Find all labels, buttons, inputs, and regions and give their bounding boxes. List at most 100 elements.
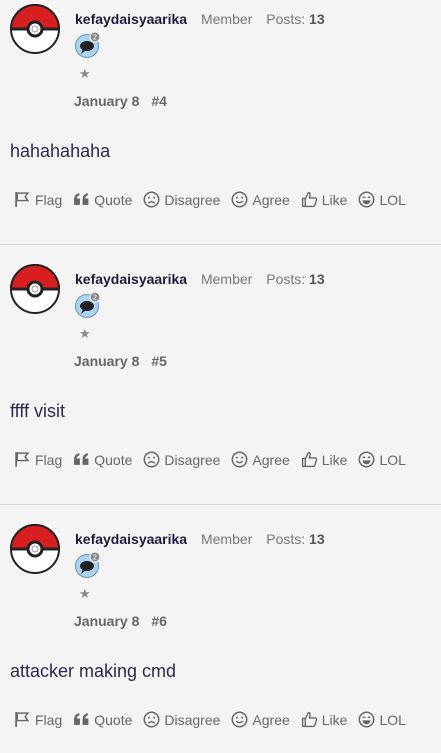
disagree-button[interactable]: Disagree <box>143 711 220 728</box>
post-date-row: January 8 #4 <box>74 93 167 109</box>
avatar[interactable] <box>10 4 60 54</box>
user-title: Member <box>200 271 253 287</box>
post-number[interactable]: #4 <box>151 93 167 109</box>
smile-icon <box>231 711 248 728</box>
post-number[interactable]: #5 <box>151 353 167 369</box>
posts-count: 13 <box>309 271 325 287</box>
flag-button[interactable]: Flag <box>14 451 62 468</box>
post-date-row: January 8 #5 <box>74 353 167 369</box>
agree-label: Agree <box>252 451 290 468</box>
avatar[interactable] <box>10 264 60 314</box>
thumbs-up-icon <box>301 451 317 468</box>
post-date[interactable]: January 8 <box>74 93 139 109</box>
flag-label: Flag <box>35 451 63 468</box>
star-icon: ★ <box>79 586 91 601</box>
quote-button[interactable]: Quote <box>73 451 132 468</box>
post-actions: Flag Quote Disagree Agree Like LOL <box>14 191 417 208</box>
speech-bubble-badge-icon[interactable]: 2 <box>74 31 102 59</box>
quote-label: Quote <box>94 711 133 728</box>
posts-count: 13 <box>309 531 325 547</box>
like-button[interactable]: Like <box>301 191 347 208</box>
post: kefaydaisyaarika Member Posts: 13 2 ★ Ja… <box>0 520 441 753</box>
post-meta: kefaydaisyaarika Member Posts: 13 <box>75 11 325 27</box>
lol-button[interactable]: LOL <box>358 451 406 468</box>
post-divider <box>0 244 441 245</box>
laugh-icon <box>358 451 375 468</box>
disagree-label: Disagree <box>164 191 221 208</box>
agree-label: Agree <box>252 191 290 208</box>
quote-label: Quote <box>94 191 133 208</box>
post-list: kefaydaisyaarika Member Posts: 13 2 ★ Ja… <box>0 0 441 753</box>
avatar[interactable] <box>10 524 60 574</box>
username-link[interactable]: kefaydaisyaarika <box>75 11 187 27</box>
frown-icon <box>143 711 160 728</box>
flag-icon <box>15 712 30 727</box>
post-date[interactable]: January 8 <box>74 613 139 629</box>
posts-count: 13 <box>309 11 325 27</box>
user-title: Member <box>200 531 253 547</box>
disagree-button[interactable]: Disagree <box>143 191 220 208</box>
post: kefaydaisyaarika Member Posts: 13 2 ★ Ja… <box>0 0 441 260</box>
username-link[interactable]: kefaydaisyaarika <box>75 271 187 287</box>
flag-button[interactable]: Flag <box>14 711 62 728</box>
like-label: Like <box>321 711 348 728</box>
badge-count: 2 <box>93 34 97 42</box>
flag-label: Flag <box>35 191 63 208</box>
laugh-icon <box>358 191 375 208</box>
like-button[interactable]: Like <box>301 711 348 728</box>
post: kefaydaisyaarika Member Posts: 13 2 ★ Ja… <box>0 260 441 520</box>
post-date[interactable]: January 8 <box>74 353 139 369</box>
quote-label: Quote <box>94 451 133 468</box>
quote-icon <box>74 713 89 725</box>
frown-icon <box>143 451 160 468</box>
like-label: Like <box>321 451 348 468</box>
star-icon: ★ <box>79 66 91 81</box>
username-link[interactable]: kefaydaisyaarika <box>75 531 187 547</box>
post-divider <box>0 504 441 505</box>
flag-icon <box>15 452 30 467</box>
smile-icon <box>231 191 248 208</box>
lol-button[interactable]: LOL <box>358 191 406 208</box>
disagree-label: Disagree <box>164 711 221 728</box>
disagree-label: Disagree <box>164 451 221 468</box>
post-date-row: January 8 #6 <box>74 613 167 629</box>
post-number[interactable]: #6 <box>151 613 167 629</box>
disagree-button[interactable]: Disagree <box>143 451 220 468</box>
thumbs-up-icon <box>301 191 317 208</box>
thumbs-up-icon <box>301 711 317 728</box>
post-meta: kefaydaisyaarika Member Posts: 13 <box>75 271 325 287</box>
quote-button[interactable]: Quote <box>73 191 132 208</box>
lol-label: LOL <box>379 711 406 728</box>
like-button[interactable]: Like <box>301 451 348 468</box>
badge-count: 2 <box>93 294 97 302</box>
flag-icon <box>15 192 30 207</box>
post-actions: Flag Quote Disagree Agree Like LOL <box>14 451 417 468</box>
flag-label: Flag <box>35 711 63 728</box>
quote-button[interactable]: Quote <box>73 711 132 728</box>
laugh-icon <box>358 711 375 728</box>
post-content: attacker making cmd <box>10 661 177 681</box>
speech-bubble-badge-icon[interactable]: 2 <box>74 291 102 319</box>
speech-bubble-badge-icon[interactable]: 2 <box>74 551 102 579</box>
agree-label: Agree <box>252 711 290 728</box>
lol-label: LOL <box>379 451 406 468</box>
agree-button[interactable]: Agree <box>231 451 290 468</box>
agree-button[interactable]: Agree <box>231 191 290 208</box>
post-content: hahahahaha <box>10 141 111 161</box>
post-actions: Flag Quote Disagree Agree Like LOL <box>14 711 417 728</box>
agree-button[interactable]: Agree <box>231 711 290 728</box>
lol-button[interactable]: LOL <box>358 711 406 728</box>
badge-count: 2 <box>93 554 97 562</box>
frown-icon <box>143 191 160 208</box>
post-meta: kefaydaisyaarika Member Posts: 13 <box>75 531 325 547</box>
smile-icon <box>231 451 248 468</box>
posts-label: Posts: <box>266 531 306 547</box>
posts-label: Posts: <box>266 11 306 27</box>
user-title: Member <box>200 11 253 27</box>
quote-icon <box>74 453 89 465</box>
star-icon: ★ <box>79 326 91 341</box>
lol-label: LOL <box>379 191 406 208</box>
post-content: ffff visit <box>10 401 66 421</box>
flag-button[interactable]: Flag <box>14 191 62 208</box>
posts-label: Posts: <box>266 271 306 287</box>
